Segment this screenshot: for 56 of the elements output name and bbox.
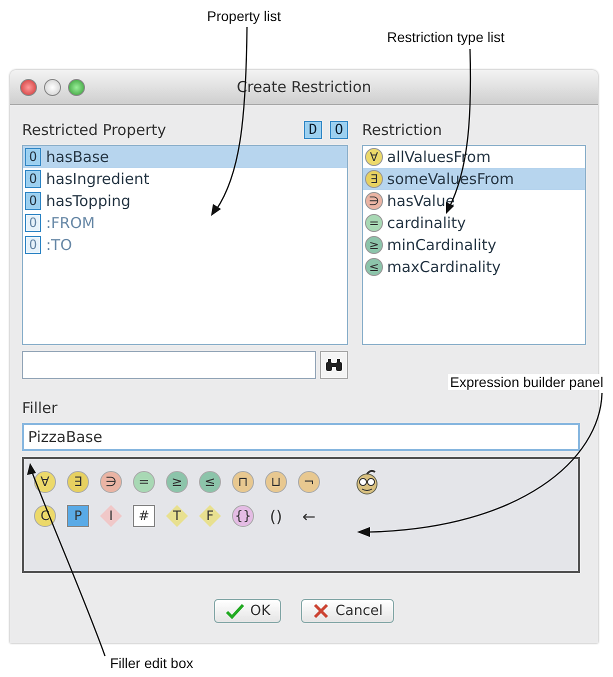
minimize-button[interactable]	[44, 78, 61, 96]
symbol-button[interactable]: ¬	[298, 471, 320, 493]
restriction-icon: =	[365, 214, 383, 232]
restriction-item[interactable]: ≤ maxCardinality	[363, 256, 585, 278]
symbol-button[interactable]: T	[166, 505, 188, 527]
symbol-button[interactable]: F	[199, 505, 221, 527]
symbol-button[interactable]: C	[34, 505, 56, 527]
symbol-button[interactable]: ⊔	[265, 471, 287, 493]
property-item[interactable]: O hasBase	[23, 146, 347, 168]
symbol-button[interactable]: I	[100, 505, 122, 527]
callout-label: Property list	[205, 8, 283, 24]
symbol-button[interactable]: ∃	[67, 471, 89, 493]
property-icon: O	[25, 214, 41, 232]
close-button[interactable]	[20, 78, 37, 96]
property-icon: O	[25, 236, 41, 254]
checkmark-icon	[225, 603, 246, 619]
symbol-button[interactable]: ⊓	[232, 471, 254, 493]
ok-button[interactable]: OK	[214, 599, 282, 623]
property-icon: O	[25, 148, 41, 166]
symbol-button[interactable]: {}	[232, 505, 254, 527]
restriction-item[interactable]: = cardinality	[363, 212, 585, 234]
symbol-button[interactable]: #	[133, 505, 155, 527]
property-icon: O	[25, 192, 41, 210]
restriction-item[interactable]: ≥ minCardinality	[363, 234, 585, 256]
toolbar-button[interactable]: O	[330, 121, 348, 139]
toolbar-button[interactable]: D	[304, 121, 322, 139]
property-icon: O	[25, 170, 41, 188]
symbol-button[interactable]: ∋	[100, 471, 122, 493]
binoculars-icon[interactable]	[320, 351, 348, 379]
section-label: Restriction	[362, 121, 442, 139]
symbol-button[interactable]: ≥	[166, 471, 188, 493]
restriction-icon: ∋	[365, 192, 383, 210]
symbol-button[interactable]: ←	[298, 505, 320, 527]
restriction-icon: ∀	[365, 148, 383, 166]
zoom-button[interactable]	[68, 78, 85, 96]
symbol-button[interactable]: ()	[265, 505, 287, 527]
callout-label: Filler edit box	[108, 655, 196, 671]
restriction-icon: ≥	[365, 236, 383, 254]
symbol-button[interactable]: P	[67, 505, 89, 527]
filler-field[interactable]: PizzaBase	[22, 423, 580, 451]
cancel-button[interactable]: Cancel	[301, 599, 394, 623]
symbol-button[interactable]: ∀	[34, 471, 56, 493]
callout-label: Restriction type list	[385, 29, 506, 45]
symbol-button[interactable]: =	[133, 471, 155, 493]
symbol-button[interactable]: ≤	[199, 471, 221, 493]
cross-icon	[312, 603, 330, 619]
search-field[interactable]	[22, 351, 316, 379]
property-item[interactable]: O :FROM	[23, 212, 347, 234]
property-item[interactable]: O :TO	[23, 234, 347, 256]
callout-label: Expression builder panel	[448, 374, 606, 390]
filler-label: Filler	[22, 399, 58, 417]
restriction-icon: ∃	[365, 170, 383, 188]
restriction-icon: ≤	[365, 258, 383, 276]
property-item[interactable]: O hasIngredient	[23, 168, 347, 190]
property-item[interactable]: O hasTopping	[23, 190, 347, 212]
section-label: Restricted Property	[22, 121, 166, 139]
